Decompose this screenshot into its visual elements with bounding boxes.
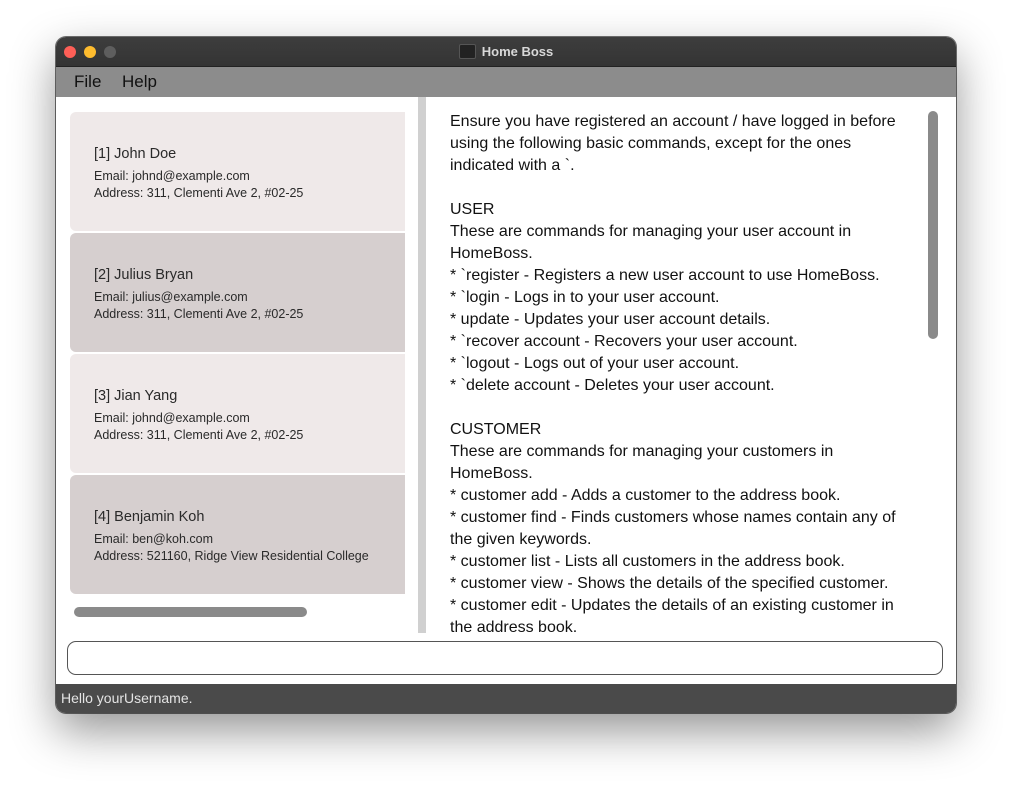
split-pane-divider[interactable] (418, 97, 426, 633)
app-window: Home Boss File Help [1] John Doe Email: … (56, 37, 956, 713)
app-icon (458, 44, 476, 59)
window-title: Home Boss (481, 44, 554, 59)
help-text: Ensure you have registered an account / … (450, 113, 896, 633)
customer-address: Address: 311, Clementi Ave 2, #02-25 (94, 186, 304, 200)
customer-email: Email: ben@koh.com (94, 532, 213, 546)
customer-card[interactable]: [4] Benjamin Koh Email: ben@koh.com Addr… (70, 475, 405, 594)
menu-help[interactable]: Help (122, 72, 157, 92)
title-bar: Home Boss (56, 37, 956, 67)
customer-email: Email: johnd@example.com (94, 169, 250, 183)
customer-address: Address: 521160, Ridge View Residential … (94, 549, 369, 563)
customer-card[interactable]: [1] John Doe Email: johnd@example.com Ad… (70, 112, 405, 231)
command-input[interactable] (67, 641, 943, 675)
customer-name: [2] Julius Bryan (94, 267, 194, 283)
customer-list-horizontal-scrollbar[interactable] (74, 607, 307, 617)
help-panel: Ensure you have registered an account / … (426, 97, 956, 633)
menu-file[interactable]: File (74, 72, 101, 92)
customer-email: Email: johnd@example.com (94, 411, 250, 425)
customer-list[interactable]: [1] John Doe Email: johnd@example.com Ad… (70, 112, 405, 617)
main-area: [1] John Doe Email: johnd@example.com Ad… (56, 97, 956, 637)
customer-email: Email: julius@example.com (94, 290, 248, 304)
customer-name: [3] Jian Yang (94, 388, 178, 404)
status-message: Hello yourUsername. (61, 690, 193, 706)
customer-address: Address: 311, Clementi Ave 2, #02-25 (94, 307, 304, 321)
customer-card[interactable]: [2] Julius Bryan Email: julius@example.c… (70, 233, 405, 352)
help-vertical-scrollbar[interactable] (928, 111, 938, 339)
customer-name: [4] Benjamin Koh (94, 509, 205, 525)
customer-address: Address: 311, Clementi Ave 2, #02-25 (94, 428, 304, 442)
title-wrap: Home Boss (56, 37, 956, 66)
customer-card[interactable]: [3] Jian Yang Email: johnd@example.com A… (70, 354, 405, 473)
menu-bar: File Help (56, 67, 956, 97)
status-bar: Hello yourUsername. (56, 684, 956, 713)
customer-name: [1] John Doe (94, 146, 177, 162)
